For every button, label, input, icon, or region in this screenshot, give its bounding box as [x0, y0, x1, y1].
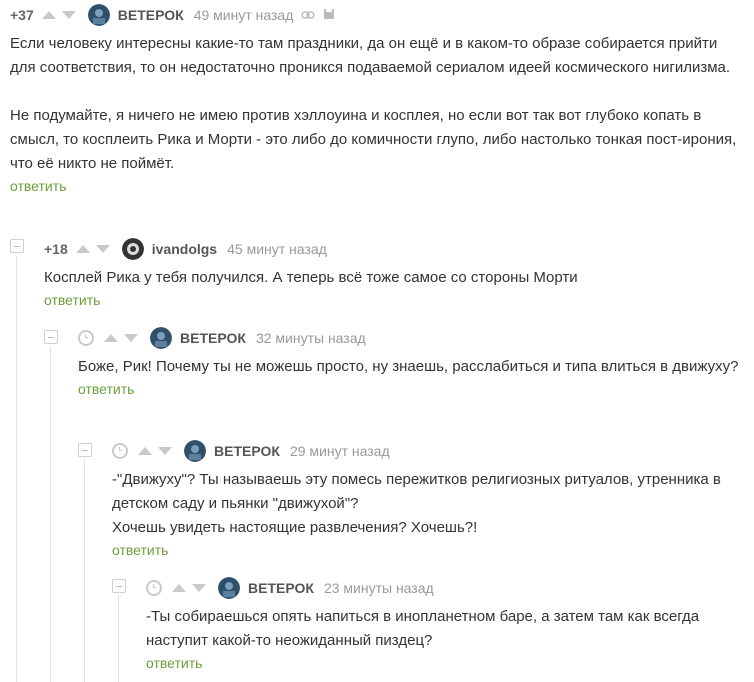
comment-1: +37 ВЕТЕРОК 49 минут назад Если человеку… — [10, 4, 740, 196]
avatar[interactable] — [150, 327, 172, 349]
clock-icon — [78, 330, 94, 346]
comment-text: Если человеку интересны какие-то там пра… — [10, 32, 740, 176]
rating: +18 — [44, 241, 68, 257]
downvote-icon[interactable] — [124, 334, 138, 342]
reply-link[interactable]: ответить — [10, 178, 66, 194]
comment-header: ВЕТЕРОК 29 минут назад — [112, 440, 742, 462]
avatar[interactable] — [121, 238, 144, 260]
thread-line — [84, 459, 85, 682]
thread-line — [118, 595, 119, 682]
avatar[interactable] — [218, 577, 240, 599]
clock-icon — [112, 443, 128, 459]
reply-link[interactable]: ответить — [146, 655, 202, 671]
comment-paragraph: Если человеку интересны какие-то там пра… — [10, 35, 731, 76]
vote-controls — [41, 11, 76, 19]
downvote-icon[interactable] — [61, 11, 76, 19]
clock-icon — [146, 580, 162, 596]
timestamp: 23 минуты назад — [323, 580, 434, 596]
upvote-icon[interactable] — [104, 334, 118, 342]
username[interactable]: ВЕТЕРОК — [248, 580, 314, 596]
upvote-icon[interactable] — [138, 447, 152, 455]
comment-5: ВЕТЕРОК 23 минуты назад -Ты собираешься … — [146, 577, 742, 673]
avatar[interactable] — [184, 440, 206, 462]
timestamp: 32 минуты назад — [255, 330, 366, 346]
comment-header: +37 ВЕТЕРОК 49 минут назад — [10, 4, 740, 26]
comment-paragraph: Хочешь увидеть настоящие развлечения? Хо… — [112, 519, 478, 536]
vote-controls — [138, 447, 172, 455]
comment-paragraph: Не подумайте, я ничего не имею против хэ… — [10, 107, 737, 172]
collapse-icon[interactable] — [112, 579, 126, 593]
vote-controls — [75, 245, 110, 253]
thread-line — [16, 256, 17, 682]
username[interactable]: ivandolgs — [152, 241, 217, 257]
comment-header: ВЕТЕРОК 23 минуты назад — [146, 577, 742, 599]
save-icon[interactable] — [323, 8, 335, 23]
comment-4: ВЕТЕРОК 29 минут назад -"Движуху"? Ты на… — [112, 440, 742, 560]
timestamp: 29 минут назад — [289, 443, 390, 459]
collapse-icon[interactable] — [10, 239, 24, 253]
comment-paragraph: -Ты собираешься опять напиться в иноплан… — [146, 608, 700, 649]
timestamp: 49 минут назад — [193, 7, 294, 23]
comment-header: +18 ivandolgs 45 минут назад — [44, 238, 744, 260]
comment-text: -"Движуху"? Ты называешь эту помесь пере… — [112, 468, 742, 540]
username[interactable]: ВЕТЕРОК — [118, 7, 184, 23]
thread-line — [50, 346, 51, 682]
timestamp: 45 минут назад — [227, 241, 327, 257]
reply-link[interactable]: ответить — [44, 292, 100, 308]
comment-paragraph: Боже, Рик! Почему ты не можешь просто, н… — [78, 358, 739, 375]
comment-text: Боже, Рик! Почему ты не можешь просто, н… — [78, 355, 744, 379]
upvote-icon[interactable] — [41, 11, 56, 19]
vote-controls — [172, 584, 206, 592]
downvote-icon[interactable] — [158, 447, 172, 455]
upvote-icon[interactable] — [172, 584, 186, 592]
upvote-icon[interactable] — [75, 245, 90, 253]
collapse-icon[interactable] — [44, 330, 58, 344]
comment-header: ВЕТЕРОК 32 минуты назад — [78, 327, 744, 349]
reply-link[interactable]: ответить — [78, 381, 134, 397]
link-icon[interactable] — [301, 8, 316, 23]
comment-paragraph: -"Движуху"? Ты называешь эту помесь пере… — [112, 471, 721, 512]
comment-text: -Ты собираешься опять напиться в иноплан… — [146, 605, 742, 653]
downvote-icon[interactable] — [192, 584, 206, 592]
reply-link[interactable]: ответить — [112, 542, 168, 558]
comment-3: ВЕТЕРОК 32 минуты назад Боже, Рик! Почем… — [78, 327, 744, 399]
username[interactable]: ВЕТЕРОК — [214, 443, 280, 459]
avatar[interactable] — [87, 4, 110, 26]
downvote-icon[interactable] — [95, 245, 110, 253]
comment-text: Косплей Рика у тебя получился. А теперь … — [44, 266, 744, 290]
comment-2: +18 ivandolgs 45 минут назад Косплей Рик… — [44, 238, 744, 310]
vote-controls — [104, 334, 138, 342]
collapse-icon[interactable] — [78, 443, 92, 457]
rating: +37 — [10, 7, 34, 23]
comment-paragraph: Косплей Рика у тебя получился. А теперь … — [44, 269, 578, 286]
username[interactable]: ВЕТЕРОК — [180, 330, 246, 346]
